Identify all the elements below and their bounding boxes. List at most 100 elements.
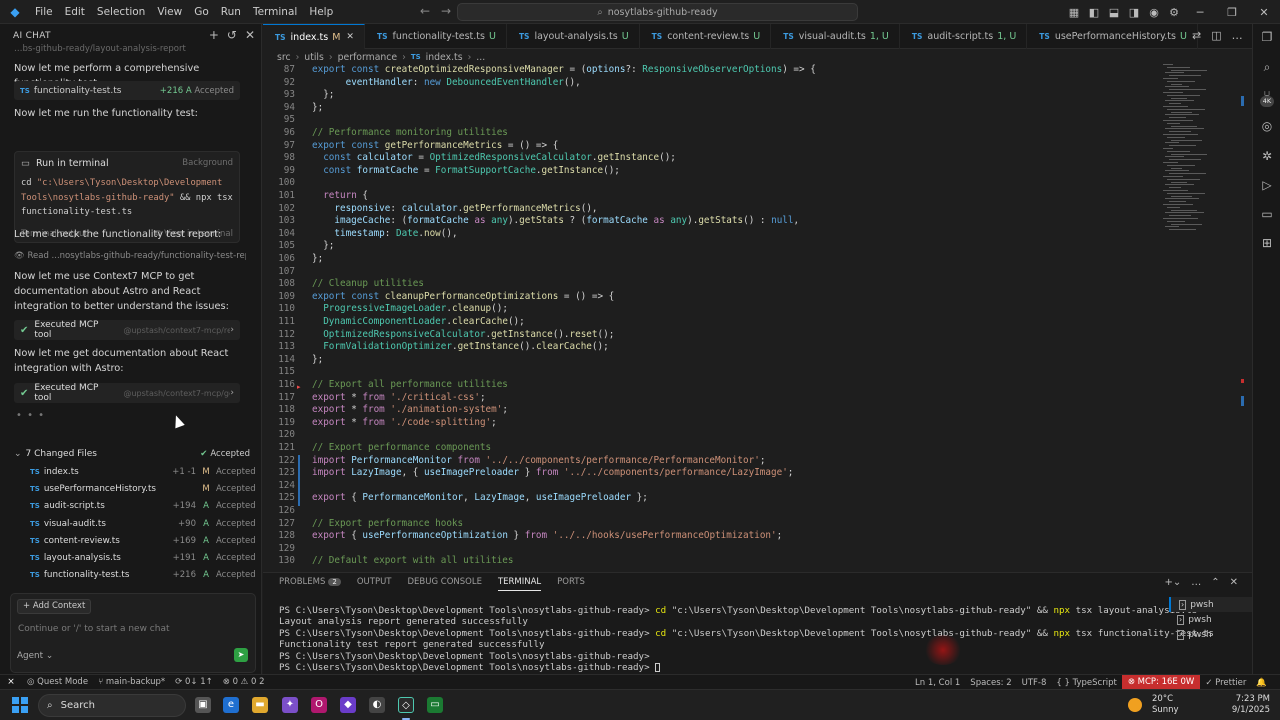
menu-item-help[interactable]: Help: [303, 0, 339, 24]
changed-file-row[interactable]: TS visual-audit.ts +90 A Accepted: [14, 515, 256, 532]
panel-tab-debug-console[interactable]: DEBUG CONSOLE: [408, 577, 482, 591]
task-view-icon[interactable]: ▣: [195, 697, 211, 713]
terminal-output[interactable]: PS C:\Users\Tyson\Desktop\Development To…: [279, 605, 1214, 673]
branch-item[interactable]: ⑂ main-backup*: [93, 677, 170, 687]
chat-input-box[interactable]: + Add Context Continue or '/' to start a…: [10, 593, 256, 673]
toggle-sidebar-icon[interactable]: ◧: [1085, 6, 1103, 19]
prettier-item[interactable]: ✓ Prettier: [1200, 678, 1251, 688]
panel-tab-output[interactable]: OUTPUT: [357, 577, 392, 591]
maximize-panel-icon[interactable]: ⌃: [1211, 577, 1219, 588]
changed-file-row[interactable]: TS layout-analysis.ts +191 A Accepted: [14, 549, 256, 566]
search-icon[interactable]: ⌕: [1260, 60, 1274, 75]
history-icon[interactable]: ↺: [227, 28, 237, 42]
forward-arrow-icon[interactable]: →: [441, 4, 451, 18]
code-editor[interactable]: 87 export const createOptimizedResponsive…: [263, 64, 1163, 568]
panel-tab-ports[interactable]: PORTS: [557, 577, 585, 591]
notifications-bell-icon[interactable]: 🔔: [1251, 678, 1272, 688]
app-icon[interactable]: ◆: [340, 697, 356, 713]
edge-browser-icon[interactable]: e: [223, 697, 239, 713]
opera-icon[interactable]: O: [311, 697, 327, 713]
mcp-tool-card[interactable]: ✔ Executed MCP tool @upstash/context7-mc…: [14, 383, 240, 403]
close-panel-icon[interactable]: ✕: [1230, 577, 1238, 588]
new-terminal-plus-icon[interactable]: +⌄: [1164, 577, 1181, 588]
panel-tab-terminal[interactable]: TERMINAL: [497, 577, 542, 591]
menu-item-go[interactable]: Go: [188, 0, 215, 24]
encoding[interactable]: UTF-8: [1017, 678, 1052, 688]
editor-scrollbar[interactable]: [1241, 64, 1244, 564]
changed-file-row[interactable]: TS audit-script.ts +194 A Accepted: [14, 498, 256, 515]
toggle-secondary-sidebar-icon[interactable]: ◨: [1125, 6, 1143, 19]
changed-file-row[interactable]: TS usePerformanceHistory.ts M Accepted: [14, 480, 256, 497]
breadcrumb-more[interactable]: ...: [476, 52, 485, 63]
weather-widget[interactable]: 20°C Sunny: [1128, 694, 1179, 716]
tab-layout-analysis-ts[interactable]: TS layout-analysis.ts U: [507, 24, 640, 49]
system-clock[interactable]: 7:23 PM 9/1/2025: [1230, 694, 1270, 716]
menu-item-selection[interactable]: Selection: [91, 0, 151, 24]
taskbar-search[interactable]: ⌕ Search: [38, 694, 186, 717]
split-editor-icon[interactable]: ◫: [1211, 29, 1221, 42]
sync-item[interactable]: ⟳ 0↓ 1↑: [170, 677, 218, 687]
changed-file-row[interactable]: TS index.ts +1 -1 M Accepted: [14, 463, 256, 480]
close-window-button[interactable]: ✕: [1248, 6, 1280, 19]
extensions-plugin-icon[interactable]: ✲: [1260, 149, 1274, 163]
tab-functionality-test-ts[interactable]: TS functionality-test.ts U: [365, 24, 507, 49]
language-mode[interactable]: { } TypeScript: [1051, 678, 1121, 688]
file-chip-functionality-test[interactable]: TS functionality-test.ts +216 A Accepted: [14, 81, 240, 100]
cursor-position[interactable]: Ln 1, Col 1: [910, 678, 965, 688]
changed-file-row[interactable]: TS content-review.ts +169 A Accepted: [14, 532, 256, 549]
terminal-instance[interactable]: › pwsh: [1169, 597, 1252, 612]
menu-item-terminal[interactable]: Terminal: [247, 0, 303, 24]
tab-index-ts[interactable]: TS index.ts M ✕: [263, 24, 365, 49]
run-debug-icon[interactable]: ▷: [1260, 178, 1274, 192]
explorer-icon[interactable]: ❐: [1260, 30, 1274, 44]
terminal-instance[interactable]: › pwsh: [1169, 612, 1252, 627]
changed-file-row[interactable]: TS functionality-test.ts +216 A Accepted: [14, 567, 256, 584]
menu-item-view[interactable]: View: [151, 0, 188, 24]
agent-mode-select[interactable]: Agent ⌄: [17, 651, 53, 661]
github-icon[interactable]: ◐: [369, 697, 385, 713]
more-panel-actions-icon[interactable]: …: [1191, 577, 1201, 588]
close-chat-icon[interactable]: ✕: [245, 28, 255, 42]
quest-mode-item[interactable]: ◎ Quest Mode: [22, 677, 93, 687]
layout-icon[interactable]: ▦: [1065, 6, 1083, 19]
minimap[interactable]: [1163, 64, 1243, 239]
restore-button[interactable]: ❐: [1216, 6, 1248, 19]
breadcrumb-file[interactable]: index.ts: [426, 52, 463, 63]
terminal-instance[interactable]: › pwsh: [1169, 627, 1252, 642]
toggle-panel-icon[interactable]: ⬓: [1105, 6, 1123, 19]
extensions-icon[interactable]: ⊞: [1260, 236, 1274, 250]
windows-start-icon[interactable]: [12, 697, 28, 713]
new-chat-plus-icon[interactable]: +: [209, 28, 219, 42]
back-arrow-icon[interactable]: ←: [420, 4, 430, 18]
mcp-status[interactable]: ⊗ MCP: 16E 0W: [1121, 675, 1201, 690]
send-button[interactable]: ➤: [234, 648, 248, 662]
settings-gear-icon[interactable]: ⚙: [1165, 6, 1183, 19]
problems-item[interactable]: ⊗ 0 ⚠ 0 2: [218, 677, 270, 687]
indentation[interactable]: Spaces: 2: [965, 678, 1016, 688]
open-changes-icon[interactable]: ⇄: [1192, 29, 1201, 42]
menu-item-file[interactable]: File: [29, 0, 59, 24]
code-editor-icon[interactable]: ◇: [398, 697, 414, 713]
accounts-icon[interactable]: ◉: [1145, 6, 1163, 19]
breadcrumb-performance[interactable]: performance: [338, 52, 398, 63]
tab-visual-audit-ts[interactable]: TS visual-audit.ts 1, U: [771, 24, 900, 49]
close-tab-icon[interactable]: ✕: [346, 32, 354, 42]
tab-audit-script-ts[interactable]: TS audit-script.ts 1, U: [900, 24, 1028, 49]
minimize-button[interactable]: ─: [1184, 6, 1216, 19]
read-file-line[interactable]: 👁 Read ...nosytlabs-github-ready/functio…: [14, 251, 246, 261]
app-icon[interactable]: ✦: [282, 697, 298, 713]
ai-icon[interactable]: ◎: [1260, 119, 1274, 133]
command-center-search[interactable]: ⌕ nosytlabs-github-ready: [457, 3, 858, 21]
chat-input-placeholder[interactable]: Continue or '/' to start a new chat: [18, 624, 170, 634]
menu-item-edit[interactable]: Edit: [59, 0, 91, 24]
more-actions-icon[interactable]: …: [1232, 29, 1243, 42]
remote-indicator-icon[interactable]: ⨯: [0, 675, 22, 690]
file-explorer-icon[interactable]: ▬: [252, 697, 268, 713]
changed-files-header[interactable]: ⌄ 7 Changed Files ✔ Accepted: [14, 445, 254, 463]
tab-usePerformanceHistory-ts[interactable]: TS usePerformanceHistory.ts U: [1027, 24, 1198, 49]
menu-item-run[interactable]: Run: [215, 0, 247, 24]
panel-tab-problems[interactable]: PROBLEMS 2: [279, 577, 341, 591]
terminal-app-icon[interactable]: ▭: [427, 697, 443, 713]
add-context-button[interactable]: + Add Context: [17, 599, 92, 614]
mcp-tool-card[interactable]: ✔ Executed MCP tool @upstash/context7-mc…: [14, 320, 240, 340]
